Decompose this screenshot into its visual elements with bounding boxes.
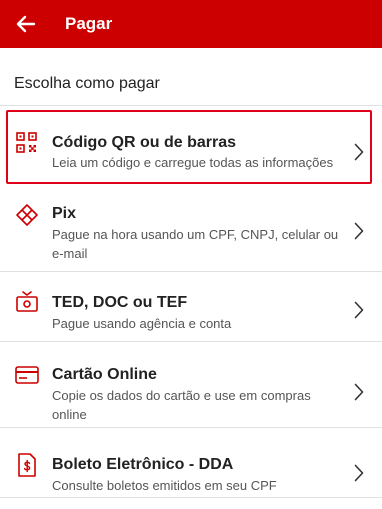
section-divider [0, 105, 382, 106]
page-title: Pagar [65, 14, 113, 33]
arrow-left-icon [16, 15, 36, 33]
chevron-right-icon [352, 221, 366, 241]
credit-card-icon [14, 362, 40, 388]
option-subtitle: Pague na hora usando um CPF, CNPJ, celul… [52, 227, 339, 261]
option-subtitle: Consulte boletos emitidos em seu CPF [52, 478, 277, 493]
option-qr-code[interactable]: Código QR ou de barras Leia um código e … [0, 110, 382, 184]
option-pix[interactable]: Pix Pague na hora usando um CPF, CNPJ, c… [0, 186, 382, 272]
option-subtitle: Leia um código e carregue todas as infor… [52, 155, 334, 170]
option-ted-doc-tef[interactable]: TED, DOC ou TEF Pague usando agência e c… [0, 272, 382, 342]
chevron-right-icon [352, 463, 366, 483]
option-cartao-online[interactable]: Cartão Online Copie os dados do cartão e… [0, 342, 382, 428]
option-boleto-dda[interactable]: Boleto Eletrônico - DDA Consulte boletos… [0, 428, 382, 498]
option-subtitle: Copie os dados do cartão e use em compra… [52, 388, 311, 422]
option-title: TED, DOC ou TEF [52, 294, 188, 311]
pix-icon [14, 202, 40, 228]
app-bar: Pagar [0, 0, 382, 48]
option-title: Pix [52, 205, 77, 222]
money-transfer-icon [14, 289, 40, 315]
qr-code-icon [14, 130, 40, 156]
chevron-right-icon [352, 382, 366, 402]
section-title: Escolha como pagar [14, 75, 160, 92]
option-title: Cartão Online [52, 366, 157, 383]
option-title: Código QR ou de barras [52, 134, 237, 151]
chevron-right-icon [352, 300, 366, 320]
back-button[interactable] [13, 11, 39, 37]
option-subtitle: Pague usando agência e conta [52, 316, 232, 331]
boleto-document-icon [14, 452, 40, 478]
row-divider [0, 497, 382, 498]
option-title: Boleto Eletrônico - DDA [52, 456, 234, 473]
chevron-right-icon [352, 142, 366, 162]
